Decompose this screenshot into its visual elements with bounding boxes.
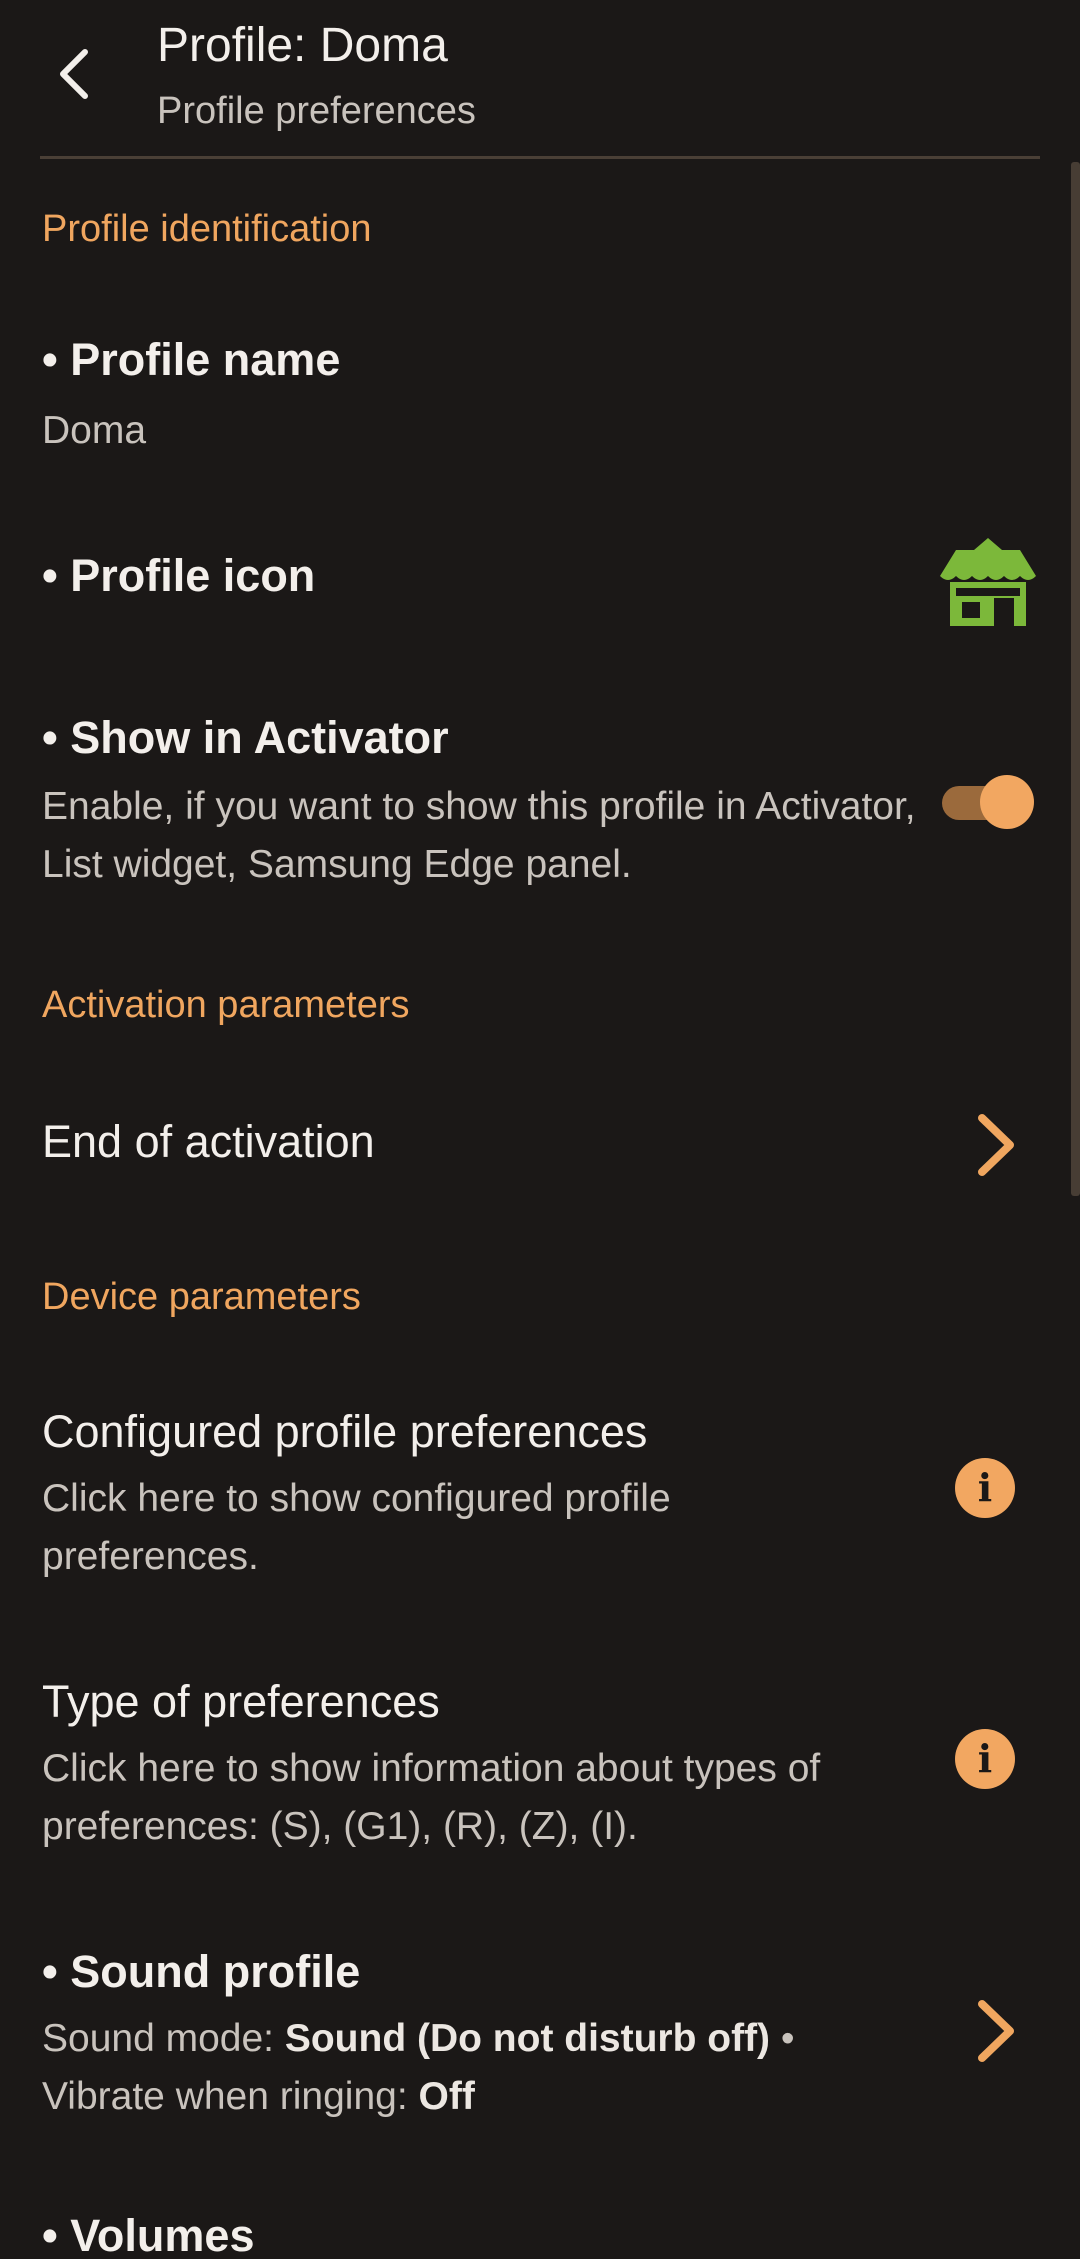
configured-preferences-title: Configured profile preferences	[42, 1406, 648, 1457]
sound-mode-label: Sound mode:	[42, 2017, 285, 2060]
house-icon[interactable]	[938, 536, 1038, 628]
end-of-activation-title: End of activation	[42, 1116, 375, 1167]
info-icon[interactable]: i	[955, 1458, 1015, 1518]
profile-icon-item[interactable]: • Profile icon	[0, 520, 1040, 644]
volumes-item[interactable]: • Volumes	[0, 2196, 1040, 2259]
header-divider	[40, 156, 1040, 159]
type-of-preferences-summary: Click here to show information about typ…	[42, 1747, 821, 1848]
app-bar: Profile: Doma Profile preferences	[0, 0, 1080, 158]
profile-preferences-screen: Profile: Doma Profile preferences Profil…	[0, 0, 1080, 2259]
info-glyph: i	[977, 1736, 993, 1781]
type-of-preferences-title: Type of preferences	[42, 1676, 440, 1727]
info-glyph: i	[977, 1465, 993, 1510]
show-in-activator-title: • Show in Activator	[42, 712, 449, 763]
vibrate-value: Off	[418, 2075, 475, 2118]
toggle-thumb	[980, 775, 1034, 829]
section-header-profile-identification: Profile identification	[42, 208, 372, 250]
configured-preferences-item[interactable]: Configured profile preferences Click her…	[0, 1386, 1040, 1586]
show-in-activator-summary: Enable, if you want to show this profile…	[42, 785, 916, 886]
type-of-preferences-item[interactable]: Type of preferences Click here to show i…	[0, 1656, 1040, 1856]
vibrate-label: Vibrate when ringing:	[42, 2075, 419, 2118]
sound-profile-title: • Sound profile	[42, 1946, 361, 1997]
info-icon[interactable]: i	[955, 1729, 1015, 1789]
profile-name-title: • Profile name	[42, 334, 341, 385]
profile-icon-title: • Profile icon	[42, 550, 316, 601]
scrollbar[interactable]	[1071, 162, 1080, 1196]
end-of-activation-item[interactable]: End of activation	[0, 1090, 1040, 1200]
sound-mode-value: Sound (Do not disturb off)	[284, 2017, 771, 2060]
show-in-activator-toggle[interactable]	[942, 770, 1034, 834]
page-subtitle: Profile preferences	[157, 90, 476, 132]
back-arrow-icon	[60, 49, 88, 99]
back-button[interactable]	[40, 32, 110, 116]
sound-profile-item[interactable]: • Sound profile Sound mode: Sound (Do no…	[0, 1926, 1040, 2126]
show-in-activator-item[interactable]: • Show in Activator Enable, if you want …	[0, 696, 1040, 896]
sound-profile-summary: Sound mode: Sound (Do not disturb off) •…	[42, 2010, 902, 2126]
section-header-device-parameters: Device parameters	[42, 1276, 361, 1318]
configured-preferences-summary: Click here to show configured profile pr…	[42, 1477, 671, 1578]
page-title: Profile: Doma	[157, 19, 448, 72]
chevron-right-icon	[978, 1114, 1014, 1176]
profile-name-item[interactable]: • Profile name Doma	[0, 310, 1040, 480]
volumes-title: • Volumes	[42, 2210, 255, 2259]
section-header-activation-parameters: Activation parameters	[42, 984, 410, 1026]
profile-name-value: Doma	[42, 409, 147, 452]
summary-separator: •	[770, 2017, 795, 2060]
chevron-right-icon	[978, 2000, 1014, 2062]
